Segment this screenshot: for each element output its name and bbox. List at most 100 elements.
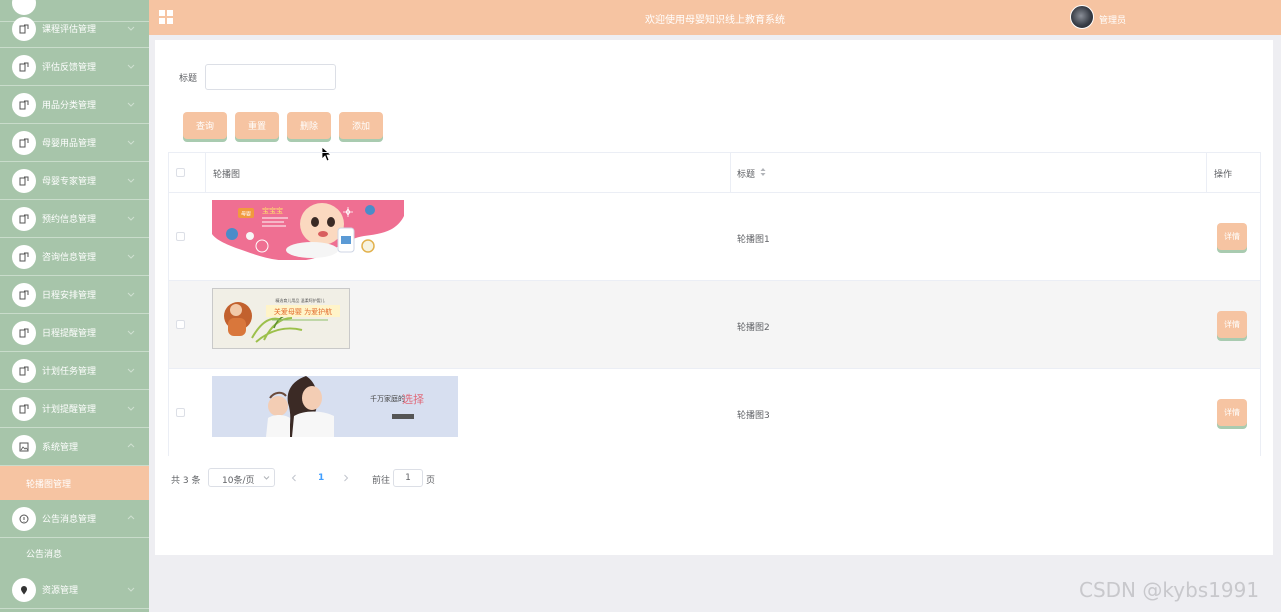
sidebar-item-baby-products[interactable]: 母婴用品管理: [0, 124, 149, 162]
sidebar-item-resources[interactable]: 资源管理: [0, 571, 149, 609]
row-title: 轮播图3: [737, 411, 770, 421]
row-checkbox[interactable]: [176, 408, 185, 417]
sidebar: 课程评估管理 评估反馈管理 用品分类管理 母婴用品管理 母婴专家管理 预约信息管…: [0, 0, 149, 612]
chevron-down-icon: [127, 64, 135, 69]
share-square-icon: [12, 244, 36, 269]
banner-image-2: 精选育儿用品 温柔呵护婴儿 关爱母婴 为爱护航: [212, 288, 350, 349]
share-square-icon: [12, 168, 36, 193]
sidebar-subitem-label: 公告消息: [26, 549, 63, 560]
sidebar-item-label: 母婴专家管理: [42, 177, 97, 187]
pagination: 共 3 条 10条/页 1 前往 1 页: [171, 468, 571, 488]
chevron-down-icon: [127, 254, 135, 259]
title-search-input[interactable]: [205, 64, 336, 90]
page-number-current[interactable]: 1: [318, 473, 324, 483]
sidebar-subitem-carousel[interactable]: 轮播图管理: [0, 466, 149, 500]
sidebar-item-label: 课程评估管理: [42, 25, 97, 35]
chevron-down-icon: [127, 178, 135, 183]
share-square-icon: [12, 396, 36, 421]
detail-button[interactable]: 详情: [1217, 223, 1247, 250]
sidebar-item-product-category[interactable]: 用品分类管理: [0, 86, 149, 124]
add-button[interactable]: 添加: [339, 112, 383, 139]
banner2-line1: 精选育儿用品 温柔呵护婴儿: [275, 297, 324, 303]
table-row: 精选育儿用品 温柔呵护婴儿 关爱母婴 为爱护航 轮播图2 详情: [169, 281, 1260, 369]
detail-button[interactable]: 详情: [1217, 399, 1247, 426]
sidebar-item-system[interactable]: 系统管理: [0, 428, 149, 466]
search-label: 标题: [179, 74, 198, 84]
table-row: 千万家庭的 选择 轮播图3 详情: [169, 369, 1260, 456]
sidebar-subitem-label: 轮播图管理: [26, 479, 72, 490]
chevron-down-icon: [127, 26, 135, 31]
banner2-line2: 关爱母婴 为爱护航: [274, 307, 332, 316]
chevron-down-icon: [127, 140, 135, 145]
sidebar-subitem-notice[interactable]: 公告消息: [0, 536, 149, 570]
chevron-down-icon: [263, 476, 270, 480]
detail-button[interactable]: 详情: [1217, 311, 1247, 338]
chevron-down-icon: [127, 102, 135, 107]
content-card: 标题 查询 重置 删除 添加 轮播图 标题 操作 母婴 宝宝宝 轮播图1 详情 …: [155, 40, 1273, 555]
column-header-image: 轮播图: [213, 170, 241, 180]
pagination-total: 共 3 条: [171, 476, 201, 486]
watermark: CSDN @kybs1991: [1079, 578, 1260, 602]
sidebar-item-label: 日程提醒管理: [42, 329, 97, 339]
chevron-down-icon: [127, 292, 135, 297]
sidebar-item-schedule-reminder[interactable]: 日程提醒管理: [0, 314, 149, 352]
goto-prefix: 前往: [372, 476, 391, 486]
top-bar: 欢迎使用母婴知识线上教育系统 管理员: [149, 0, 1281, 35]
sidebar-item-schedule[interactable]: 日程安排管理: [0, 276, 149, 314]
share-square-icon: [12, 282, 36, 307]
user-name[interactable]: 管理员: [1099, 13, 1126, 26]
sidebar-item-label: 评估反馈管理: [42, 63, 97, 73]
select-all-checkbox[interactable]: [176, 168, 185, 177]
reset-button[interactable]: 重置: [235, 112, 279, 139]
share-square-icon: [12, 320, 36, 345]
column-header-action: 操作: [1214, 170, 1233, 180]
share-square-icon: [12, 54, 36, 79]
sort-icon[interactable]: [760, 167, 766, 177]
sidebar-item-label: 用品分类管理: [42, 101, 97, 111]
goto-suffix: 页: [426, 476, 436, 486]
sidebar-item-label: 日程安排管理: [42, 291, 97, 301]
banner3-slogan: 千万家庭的: [370, 394, 405, 403]
sidebar-item-label: 资源管理: [42, 586, 79, 596]
column-header-title[interactable]: 标题: [737, 167, 755, 180]
table-row: 母婴 宝宝宝 轮播图1 详情: [169, 193, 1260, 281]
sidebar-item-plan-reminder[interactable]: 计划提醒管理: [0, 390, 149, 428]
sidebar-item-evaluation-feedback[interactable]: 评估反馈管理: [0, 48, 149, 86]
goto-page-input[interactable]: 1: [393, 469, 423, 487]
chevron-up-icon: [127, 443, 135, 448]
sidebar-item-appointments[interactable]: 预约信息管理: [0, 200, 149, 238]
sidebar-item-notices[interactable]: 公告消息管理: [0, 500, 149, 538]
sidebar-item-course-evaluation[interactable]: 课程评估管理: [0, 10, 149, 48]
next-page-icon[interactable]: [343, 474, 349, 482]
chevron-down-icon: [127, 216, 135, 221]
banner-image-1: 母婴 宝宝宝: [212, 200, 404, 260]
query-button[interactable]: 查询: [183, 112, 227, 139]
delete-button[interactable]: 删除: [287, 112, 331, 139]
page-size-select[interactable]: 10条/页: [208, 468, 275, 487]
sidebar-item-label: 咨询信息管理: [42, 253, 97, 263]
info-circle-icon: [12, 506, 36, 531]
sidebar-item-label: 母婴用品管理: [42, 139, 97, 149]
chevron-up-icon: [127, 515, 135, 520]
chevron-down-icon: [127, 330, 135, 335]
share-square-icon: [12, 92, 36, 117]
row-checkbox[interactable]: [176, 320, 185, 329]
chevron-down-icon: [127, 406, 135, 411]
sidebar-item-label: 公告消息管理: [42, 515, 97, 525]
row-checkbox[interactable]: [176, 232, 185, 241]
sidebar-item-consultations[interactable]: 咨询信息管理: [0, 238, 149, 276]
share-square-icon: [12, 206, 36, 231]
sidebar-item-plan-tasks[interactable]: 计划任务管理: [0, 352, 149, 390]
row-title: 轮播图2: [737, 323, 770, 333]
location-pin-icon: [12, 577, 36, 602]
prev-page-icon[interactable]: [291, 474, 297, 482]
table-header-row: 轮播图 标题 操作: [169, 153, 1260, 193]
banner-image-3: 千万家庭的 选择: [212, 376, 458, 437]
row-title: 轮播图1: [737, 235, 770, 245]
chevron-down-icon: [127, 368, 135, 373]
avatar[interactable]: [1070, 5, 1094, 29]
sidebar-item-experts[interactable]: 母婴专家管理: [0, 162, 149, 200]
share-square-icon: [12, 16, 36, 41]
banner3-slogan-big: 选择: [402, 392, 424, 406]
sidebar-item-label: 系统管理: [42, 443, 79, 453]
